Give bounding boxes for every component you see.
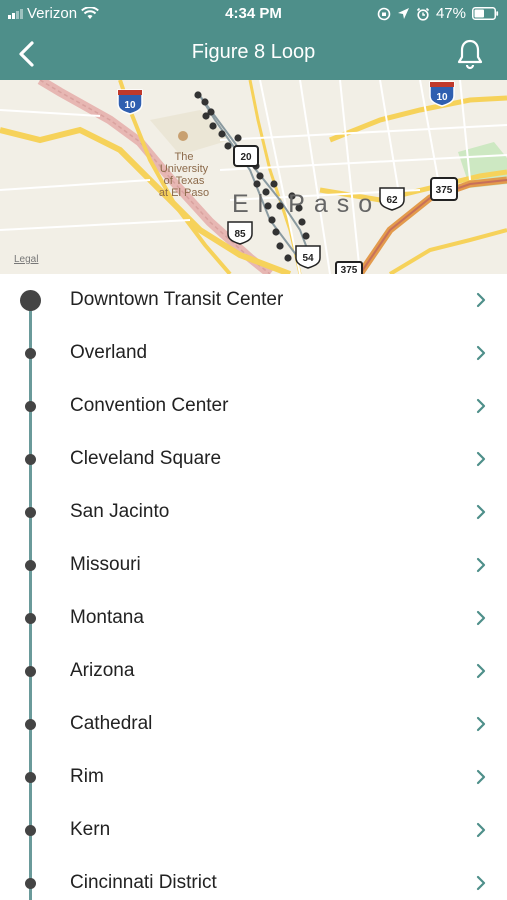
stop-dot-icon: [25, 666, 36, 677]
stop-name: San Jacinto: [70, 501, 170, 522]
interstate-shield-icon: 10: [117, 89, 143, 115]
stop-list: Downtown Transit Center Overland Conventio…: [0, 274, 507, 900]
stop-row[interactable]: Convention Center: [0, 380, 507, 433]
stop-row[interactable]: Arizona: [0, 645, 507, 698]
us-route-shield-icon: 85: [227, 221, 253, 245]
route-map[interactable]: The University of Texas at El Paso El Pa…: [0, 80, 507, 274]
stop-dot-icon: [25, 825, 36, 836]
city-label: El Paso: [232, 190, 381, 218]
interstate-shield-icon: 10: [429, 81, 455, 107]
stop-name: Missouri: [70, 554, 141, 575]
state-shield-icon: 375: [335, 261, 363, 274]
map-canvas: The University of Texas at El Paso El Pa…: [0, 80, 507, 274]
university-label-1: The: [175, 151, 194, 163]
stop-dot-icon: [25, 401, 36, 412]
stop-dot-icon: [25, 454, 36, 465]
stop-row[interactable]: Overland: [0, 327, 507, 380]
stop-row[interactable]: San Jacinto: [0, 486, 507, 539]
university-label-2: University: [160, 163, 209, 175]
stop-name: Cincinnati District: [70, 872, 217, 893]
stop-name: Cathedral: [70, 713, 153, 734]
us-route-shield-icon: 54: [295, 245, 321, 269]
stop-row[interactable]: Cathedral: [0, 698, 507, 751]
svg-text:54: 54: [302, 253, 314, 264]
stop-name: Montana: [70, 607, 144, 628]
battery-percent: 47%: [435, 5, 466, 22]
status-bar: Verizon 4:34 PM 47%: [0, 0, 507, 28]
svg-text:375: 375: [436, 185, 453, 196]
chevron-right-icon: [476, 663, 486, 679]
stop-dot-icon: [25, 878, 36, 889]
university-marker-icon: [178, 131, 188, 141]
app-header: Verizon 4:34 PM 47% Figure 8 Loop: [0, 0, 507, 80]
chevron-right-icon: [476, 716, 486, 732]
stop-name: Cleveland Square: [70, 448, 222, 469]
state-shield-icon: 375: [430, 177, 458, 201]
chevron-right-icon: [476, 875, 486, 891]
legal-link[interactable]: Legal: [14, 254, 38, 265]
location-arrow-icon: [397, 8, 409, 19]
stop-row[interactable]: Kern: [0, 804, 507, 857]
stop-dot-icon: [25, 507, 36, 518]
notifications-button[interactable]: [455, 38, 485, 70]
svg-text:10: 10: [436, 92, 448, 103]
nav-bar: Figure 8 Loop: [0, 28, 507, 80]
stop-name: Arizona: [70, 660, 135, 681]
stop-dot-icon: [20, 290, 41, 311]
chevron-right-icon: [476, 822, 486, 838]
bell-icon: [457, 39, 483, 70]
status-right: 47%: [377, 5, 499, 22]
svg-text:85: 85: [234, 229, 246, 240]
svg-text:375: 375: [341, 265, 358, 274]
svg-text:10: 10: [124, 100, 136, 111]
stop-dot-icon: [25, 560, 36, 571]
stop-row[interactable]: Cleveland Square: [0, 433, 507, 486]
chevron-right-icon: [476, 769, 486, 785]
stop-name: Downtown Transit Center: [70, 289, 284, 310]
stop-row[interactable]: Montana: [0, 592, 507, 645]
stop-name: Kern: [70, 819, 111, 840]
stop-dot-icon: [25, 719, 36, 730]
stop-dot-icon: [25, 772, 36, 783]
stop-name: Rim: [70, 766, 104, 787]
stop-dot-icon: [25, 613, 36, 624]
battery-icon: [472, 7, 499, 20]
stop-name: Overland: [70, 342, 148, 363]
highway-shield-icon: 20: [233, 145, 259, 167]
stop-dot-icon: [25, 348, 36, 359]
chevron-right-icon: [476, 610, 486, 626]
chevron-right-icon: [476, 398, 486, 414]
chevron-right-icon: [476, 504, 486, 520]
chevron-right-icon: [476, 557, 486, 573]
stop-row[interactable]: Cincinnati District: [0, 857, 507, 900]
stop-row[interactable]: Missouri: [0, 539, 507, 592]
rotation-lock-icon: [377, 7, 391, 20]
stop-name: Convention Center: [70, 395, 229, 416]
university-label-3: of Texas: [164, 175, 205, 187]
university-label-4: at El Paso: [159, 187, 209, 199]
chevron-right-icon: [476, 292, 486, 308]
stop-row[interactable]: Rim: [0, 751, 507, 804]
alarm-icon: [416, 7, 430, 21]
us-route-shield-icon: 62: [379, 187, 405, 211]
svg-text:62: 62: [386, 195, 398, 206]
page-title: Figure 8 Loop: [191, 41, 316, 63]
chevron-right-icon: [476, 451, 486, 467]
chevron-right-icon: [476, 345, 486, 361]
stop-row[interactable]: Downtown Transit Center: [0, 274, 507, 327]
svg-text:20: 20: [240, 152, 252, 163]
